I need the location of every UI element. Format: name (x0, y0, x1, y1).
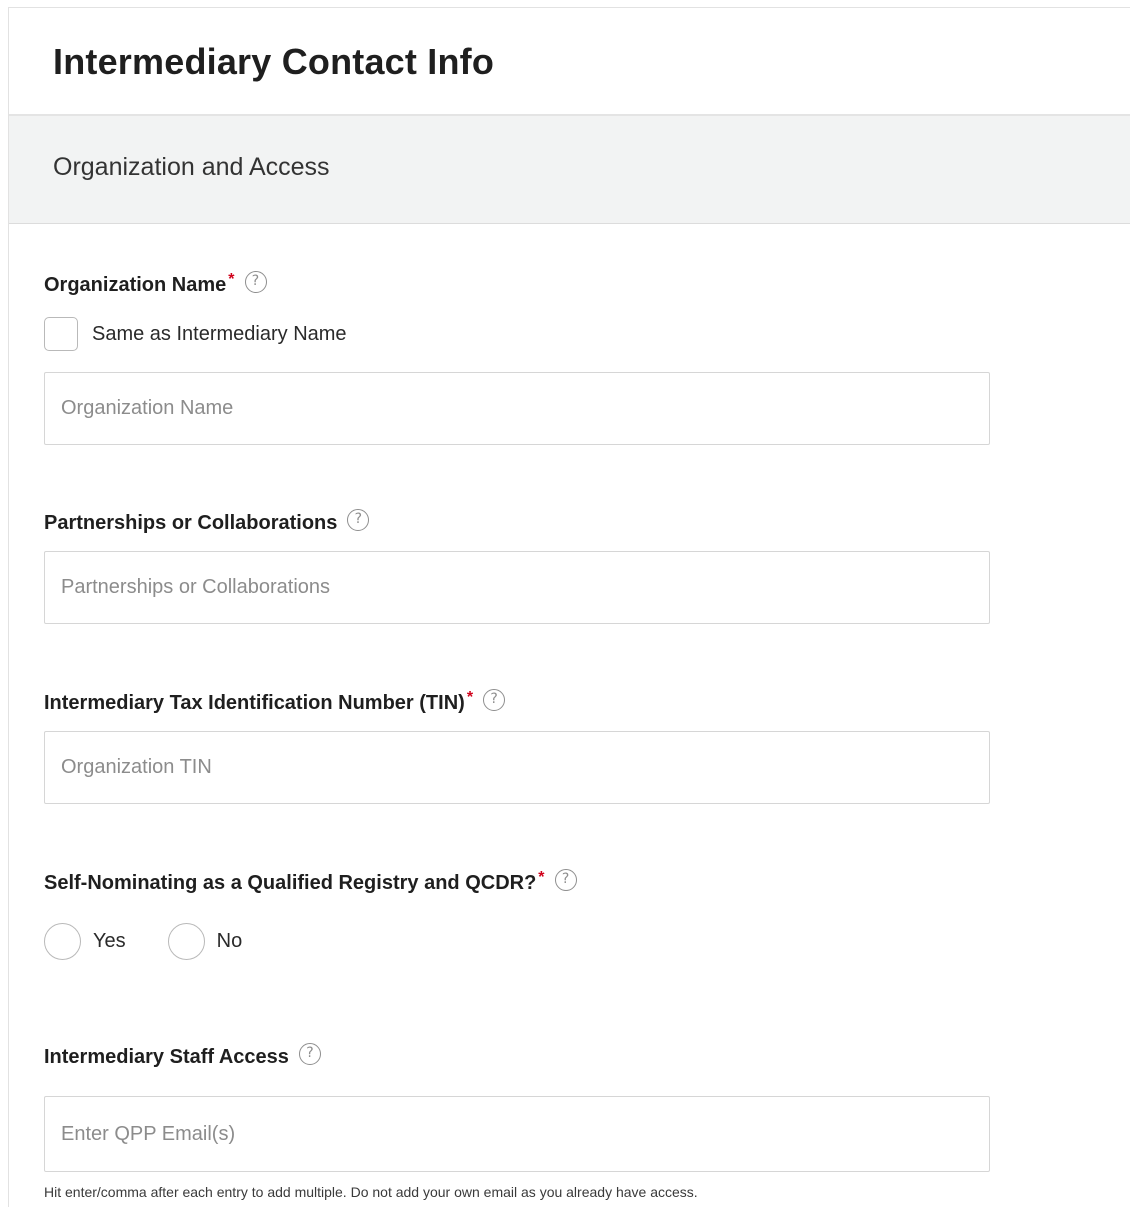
same-as-intermediary-row[interactable]: Same as Intermediary Name (44, 316, 990, 352)
section-header: Organization and Access (9, 116, 1130, 224)
section-title: Organization and Access (53, 153, 330, 181)
organization-name-field: Organization Name * ? Same as Intermedia… (44, 270, 990, 445)
help-icon[interactable]: ? (347, 509, 370, 531)
radio-no-label[interactable]: No (217, 930, 243, 953)
self-nominating-label: Self-Nominating as a Qualified Registry … (44, 872, 537, 894)
help-icon[interactable]: ? (298, 1043, 321, 1065)
page-title: Intermediary Contact Info (53, 41, 495, 82)
self-nominating-label-row: Self-Nominating as a Qualified Registry … (44, 868, 990, 898)
same-as-intermediary-label[interactable]: Same as Intermediary Name (92, 323, 347, 346)
same-as-intermediary-checkbox[interactable] (44, 317, 78, 351)
partnerships-field: Partnerships or Collaborations ? (44, 508, 990, 624)
help-icon[interactable]: ? (554, 869, 577, 891)
tin-input[interactable] (44, 731, 990, 804)
tin-label-row: Intermediary Tax Identification Number (… (44, 688, 990, 718)
organization-name-label-row: Organization Name * ? (44, 270, 990, 300)
page-header: Intermediary Contact Info (9, 8, 1130, 116)
organization-name-input[interactable] (44, 372, 990, 445)
help-icon[interactable]: ? (483, 689, 506, 711)
required-marker: * (466, 689, 474, 706)
radio-yes-label[interactable]: Yes (93, 930, 126, 953)
tin-field: Intermediary Tax Identification Number (… (44, 688, 990, 804)
radio-option-no[interactable]: No (167, 922, 243, 960)
radio-yes[interactable] (44, 922, 81, 960)
staff-access-hint: Hit enter/comma after each entry to add … (44, 1184, 698, 1200)
partnerships-label: Partnerships or Collaborations (44, 512, 338, 534)
organization-name-label: Organization Name (44, 274, 227, 296)
radio-no[interactable] (167, 922, 205, 960)
staff-access-field: Intermediary Staff Access ? Hit enter/co… (44, 1042, 990, 1200)
help-icon[interactable]: ? (244, 271, 267, 293)
staff-access-label: Intermediary Staff Access (44, 1046, 289, 1068)
self-nominating-radio-group: Yes No (44, 922, 990, 960)
partnerships-label-row: Partnerships or Collaborations ? (44, 508, 990, 538)
staff-access-label-row: Intermediary Staff Access ? (44, 1042, 990, 1072)
required-marker: * (538, 869, 545, 886)
required-marker: * (228, 271, 235, 288)
self-nominating-field: Self-Nominating as a Qualified Registry … (44, 868, 990, 960)
radio-option-yes[interactable]: Yes (44, 922, 126, 960)
tin-label: Intermediary Tax Identification Number (… (44, 692, 465, 714)
staff-email-input[interactable] (44, 1096, 990, 1172)
partnerships-input[interactable] (44, 551, 990, 624)
